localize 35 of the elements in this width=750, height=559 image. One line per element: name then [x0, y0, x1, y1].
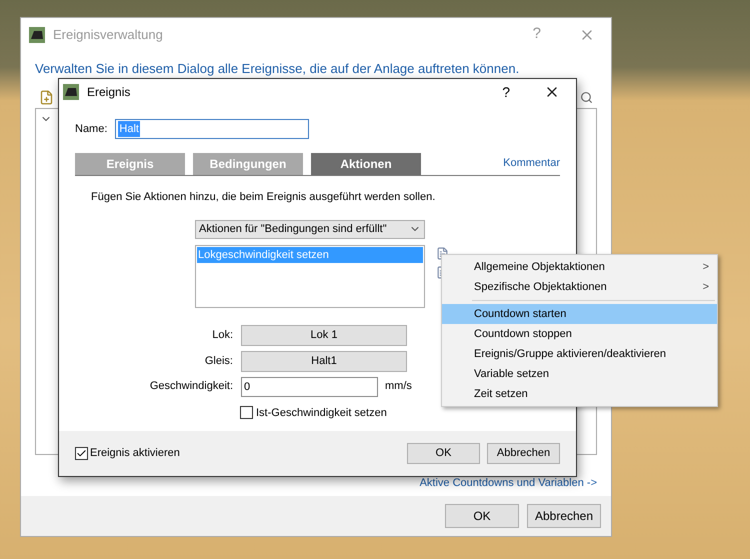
dialog-button[interactable]: OK — [445, 504, 519, 528]
menu-item[interactable]: Countdown starten — [442, 304, 717, 324]
checkbox-label: Ist-Geschwindigkeit setzen — [256, 406, 387, 420]
picker-button[interactable]: Lok 1 — [241, 324, 407, 346]
intro-text: Verwalten Sie in diesem Dialog alle Ereignisse, die auf der Anlage auftreten können. — [35, 61, 520, 76]
menu-item[interactable]: Zeit setzen — [442, 384, 717, 404]
dialog-button[interactable]: OK — [407, 443, 480, 464]
dialog-button[interactable]: Abbrechen — [527, 504, 601, 528]
comment-link[interactable]: Kommentar — [503, 154, 560, 171]
description-text: Fügen Sie Aktionen hinzu, die beim Ereignis ausgeführt werden sollen. — [91, 190, 436, 205]
search-icon[interactable] — [580, 91, 593, 104]
menu-item[interactable]: Spezifische Objektaktionen > — [442, 277, 717, 297]
window-title: Ereignisverwaltung — [53, 26, 163, 44]
name-label: Name: — [75, 122, 108, 137]
help-button[interactable]: ? — [502, 82, 510, 102]
field-label: Geschwindigkeit: — [148, 379, 233, 394]
menu-item[interactable]: Variable setzen — [442, 364, 717, 384]
dialog-title: Ereignis — [87, 84, 130, 101]
countdowns-link[interactable]: Aktive Countdowns und Variablen -> — [420, 475, 597, 492]
menu-item[interactable]: Allgemeine Objektaktionen > — [442, 257, 717, 277]
checkbox-label: Ereignis aktivieren — [90, 446, 180, 462]
action-dropdown[interactable]: Aktionen für "Bedingungen sind erfüllt" — [195, 220, 425, 238]
unit-label: mm/s — [385, 379, 412, 394]
speed-field[interactable]: 0 — [241, 376, 378, 396]
name-value: Halt — [118, 120, 140, 138]
field-label: Lok: — [211, 328, 233, 343]
add-icon[interactable] — [39, 90, 54, 105]
menu-item[interactable]: Ereignis/Gruppe aktivieren/deaktivieren — [442, 344, 717, 364]
dialog-button[interactable]: Abbrechen — [487, 443, 560, 464]
checkbox[interactable] — [75, 447, 88, 460]
picker-button[interactable]: Halt1 — [241, 350, 407, 372]
tab[interactable]: Aktionen — [311, 153, 421, 175]
field-label: Gleis: — [204, 354, 233, 369]
checkbox[interactable] — [240, 406, 253, 420]
menu-item[interactable]: Countdown stoppen — [442, 324, 717, 344]
